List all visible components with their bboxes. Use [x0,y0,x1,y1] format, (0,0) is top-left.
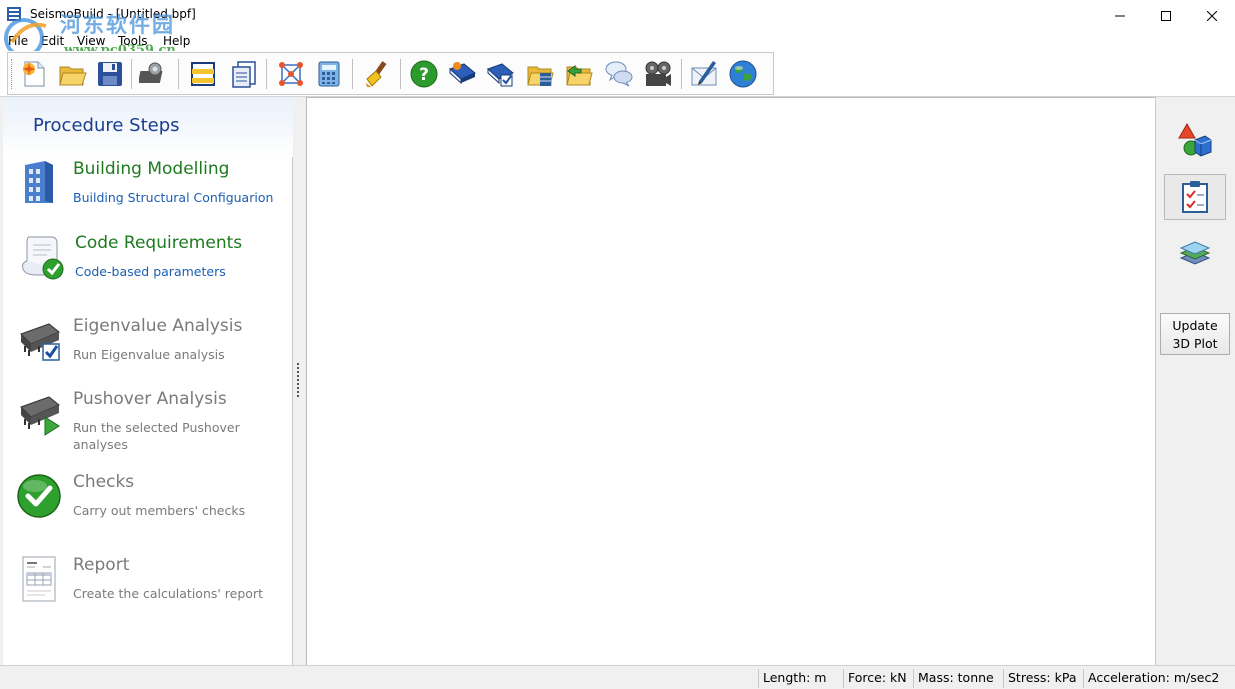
settings-button[interactable] [138,58,170,90]
watermark-text: 河东软件园 [60,12,175,37]
step-desc: Building Structural Configuarion [73,190,274,205]
step-title: Checks [73,472,135,492]
step-title: Code Requirements [75,233,243,253]
manual-book-icon [449,62,476,85]
check-circle-icon [17,474,61,518]
layers-icon [1179,241,1211,265]
status-acceleration: Acceleration: m/sec2 [1083,669,1219,688]
status-length: Length: m [758,669,826,688]
help-button[interactable]: ? [408,58,440,90]
status-bar: Length: m Force: kN Mass: tonne Stress: … [0,665,1235,689]
main-canvas[interactable] [306,97,1155,665]
folder-building-icon [527,66,554,86]
splitter-grip[interactable] [297,363,300,397]
step-report[interactable]: Report Create the calculations' report [3,555,293,625]
email-icon [691,61,717,86]
chat-icon [605,61,633,87]
step-desc: Run the selected Pushover analyses [73,420,240,452]
step-code-requirements[interactable]: Code Requirements Code-based parameters [3,233,293,303]
step-title: Pushover Analysis [73,389,227,409]
toolbar-grip[interactable] [11,59,14,89]
calculator-icon [318,61,340,87]
minimize-button[interactable] [1097,0,1143,31]
title-bar: SeismoBuild - [Untitled.bpf] [0,0,1235,31]
update-3d-plot-button[interactable]: Update 3D Plot [1160,313,1230,355]
status-force: Force: kN [843,669,907,688]
new-file-icon [23,61,45,87]
folder-arrow-button[interactable] [563,58,595,90]
manual-button[interactable] [446,58,478,90]
status-stress: Stress: kPa [1003,669,1076,688]
panel-title: Procedure Steps [33,115,180,136]
calculator-button[interactable] [313,58,345,90]
frame-icon [191,62,215,86]
model-nodes-icon [279,62,303,86]
check-book-icon [487,63,514,87]
report-button[interactable] [228,58,260,90]
checklist-button[interactable] [1164,174,1226,220]
shapes-button[interactable] [1164,117,1226,163]
check-book-button[interactable] [484,58,516,90]
save-icon [98,62,122,86]
scroll-check-icon [22,236,64,280]
main-toolbar: ? [7,52,774,95]
open-folder-icon [59,66,87,86]
update-label-line2: 3D Plot [1172,336,1218,351]
menu-bar: File Edit View Tools Help [0,31,1235,51]
save-button[interactable] [94,58,126,90]
procedure-panel: Procedure Steps Building Modelling Build… [3,97,293,665]
step-building-modelling[interactable]: Building Modelling Building Structural C… [3,159,293,229]
video-button[interactable] [642,58,674,90]
shapes-icon [1178,122,1212,157]
maximize-button[interactable] [1143,0,1189,31]
report-document-icon [22,556,56,602]
toolbar-area: ? [0,51,1235,97]
brush-icon [366,61,387,87]
model-nodes-button[interactable] [275,58,307,90]
step-desc: Run Eigenvalue analysis [73,347,225,362]
step-title: Report [73,555,130,575]
panel-splitter[interactable] [293,97,305,665]
globe-button[interactable] [727,58,759,90]
chip-play-icon [20,396,60,436]
folder-arrow-icon [566,65,593,86]
checklist-icon [1182,181,1208,213]
step-pushover-analysis[interactable]: Pushover Analysis Run the selected Pusho… [3,389,293,459]
folder-building-button[interactable] [524,58,556,90]
email-button[interactable] [688,58,720,90]
report-icon [232,61,256,88]
minimize-icon [1115,15,1125,16]
close-icon [1207,10,1217,21]
step-checks[interactable]: Checks Carry out members' checks [3,472,293,542]
step-desc: Create the calculations' report [73,586,263,601]
right-toolbar: Update 3D Plot [1155,97,1233,665]
status-mass: Mass: tonne [913,669,994,688]
new-file-button[interactable] [18,58,50,90]
open-button[interactable] [56,58,88,90]
help-icon: ? [410,60,438,88]
maximize-icon [1161,10,1171,21]
chip-check-icon [20,323,60,361]
layers-button[interactable] [1164,231,1226,277]
video-icon [645,61,671,86]
close-button[interactable] [1189,0,1235,31]
step-desc: Code-based parameters [75,264,226,279]
step-desc: Carry out members' checks [73,503,246,518]
settings-chip-icon [139,62,163,83]
step-eigenvalue-analysis[interactable]: Eigenvalue Analysis Run Eigenvalue analy… [3,316,293,386]
brush-button[interactable] [361,58,393,90]
globe-icon [729,60,757,88]
step-title: Eigenvalue Analysis [73,316,243,336]
building-icon [25,161,53,203]
svg-text:?: ? [419,65,429,85]
update-label-line1: Update [1172,318,1218,333]
step-title: Building Modelling [73,159,230,179]
frame-button[interactable] [187,58,219,90]
chat-button[interactable] [603,58,635,90]
